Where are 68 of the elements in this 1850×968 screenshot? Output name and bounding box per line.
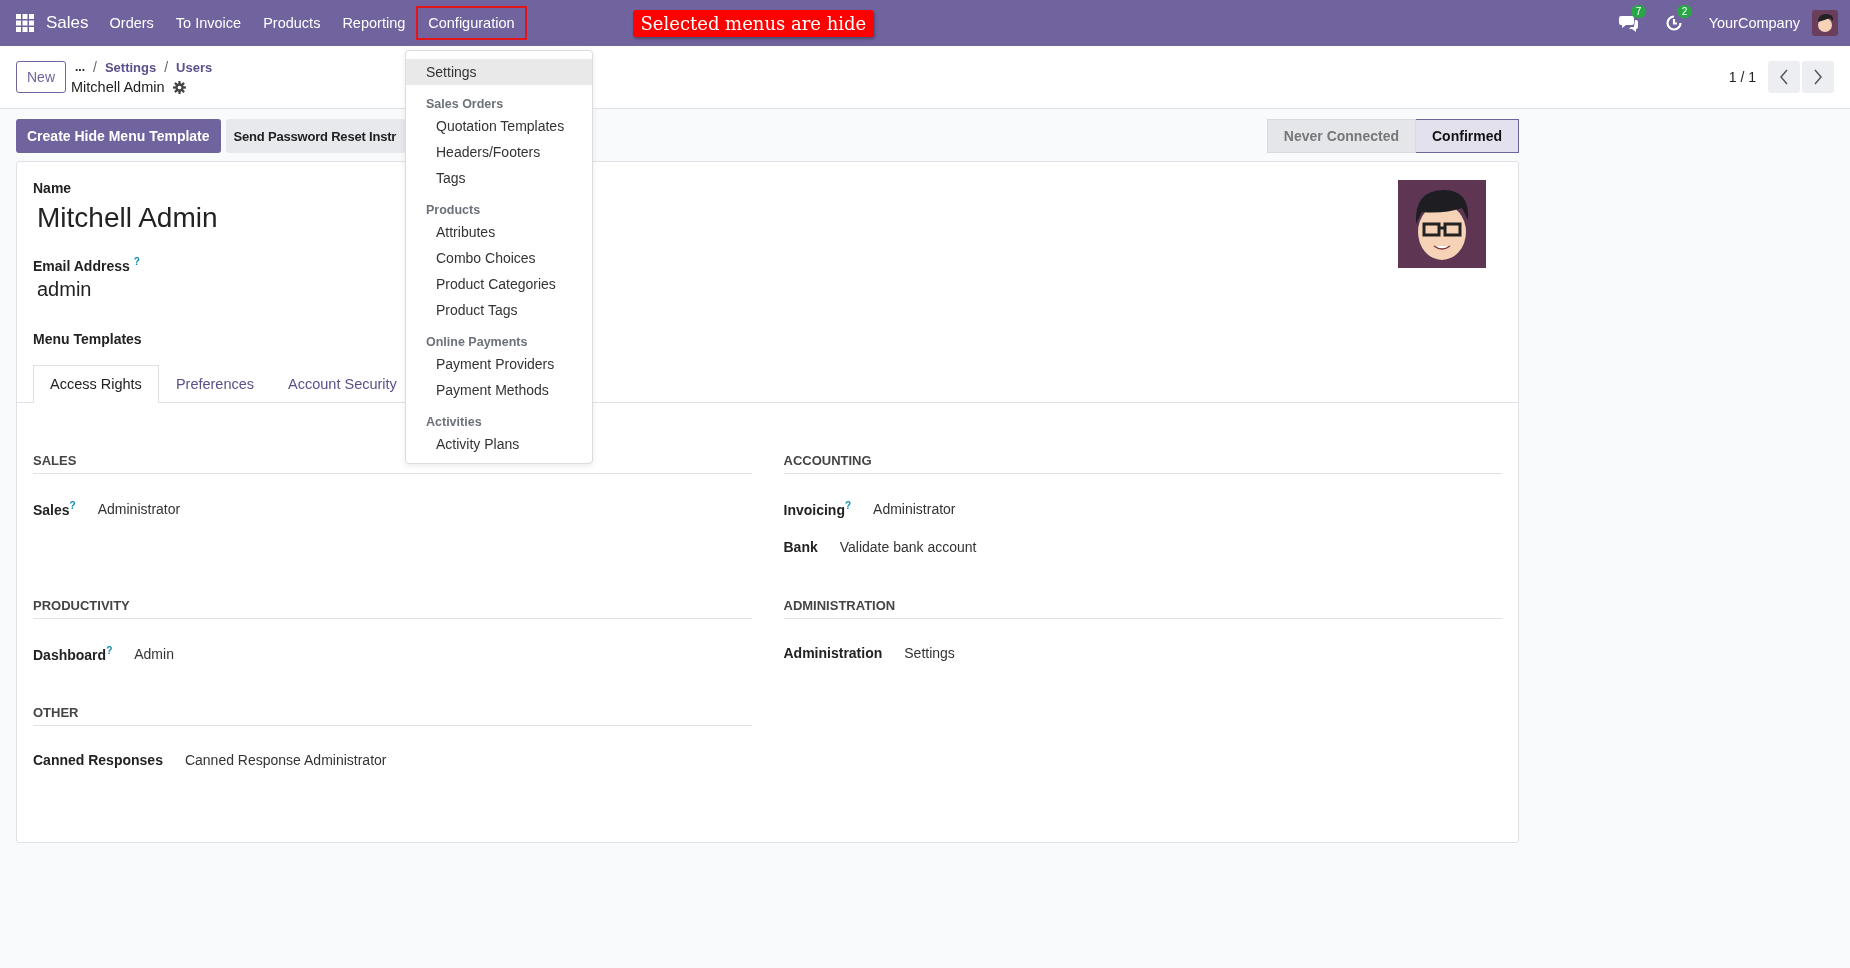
help-tooltip[interactable]: ? xyxy=(133,256,140,267)
field-value[interactable]: Administrator xyxy=(97,501,181,518)
field-label: Invoicing xyxy=(783,501,845,518)
name-field[interactable]: Mitchell Admin xyxy=(37,202,218,234)
nav-menu-item[interactable]: Configuration xyxy=(416,6,527,40)
activity-count-badge: 2 xyxy=(1676,5,1693,18)
breadcrumb-current: Mitchell Admin xyxy=(71,79,165,95)
chevron-left-icon[interactable] xyxy=(1779,69,1789,85)
menu-section-header: Activities xyxy=(425,414,483,431)
field-label: Sales xyxy=(33,501,70,518)
breadcrumb-more[interactable]: ... xyxy=(75,60,86,74)
menu-section-header: Online Payments xyxy=(425,334,529,351)
breadcrumb-separator: / xyxy=(93,59,97,75)
menu-item[interactable]: Product Categories xyxy=(406,271,592,297)
menu-item[interactable]: Product Tags xyxy=(406,297,592,323)
field-label: Email Address xyxy=(33,257,130,274)
field-label: Canned Responses xyxy=(33,751,163,768)
menu-section-header: Sales Orders xyxy=(425,96,505,113)
field-value[interactable]: Canned Response Administrator xyxy=(184,751,387,768)
user-avatar-icon[interactable] xyxy=(1812,10,1838,36)
clock-icon[interactable] xyxy=(1664,14,1683,32)
action-button[interactable]: Create Hide Menu Template xyxy=(16,119,221,153)
help-tooltip[interactable]: ? xyxy=(69,499,76,511)
menu-item[interactable]: Tags xyxy=(406,165,592,191)
tab[interactable]: Access Rights xyxy=(33,364,159,403)
field-label: Name xyxy=(33,180,73,196)
field-label: Dashboard xyxy=(33,646,107,663)
message-count-badge: 7 xyxy=(1630,5,1647,18)
new-button[interactable]: New xyxy=(16,61,66,93)
annotation-label: Selected menus are hide xyxy=(632,9,875,37)
field-value[interactable]: Administrator xyxy=(873,501,956,518)
status-step[interactable]: Confirmed xyxy=(1416,119,1519,153)
breadcrumb-link[interactable]: Settings xyxy=(104,59,157,75)
menu-item[interactable]: Attributes xyxy=(406,219,592,245)
nav-menu-item[interactable]: Orders xyxy=(98,7,165,39)
field-label: Menu Templates xyxy=(33,330,143,347)
field-label: Bank xyxy=(783,539,818,556)
next-button[interactable] xyxy=(1802,61,1834,93)
chat-icon[interactable] xyxy=(1618,14,1639,32)
field-label: Administration xyxy=(783,644,883,661)
breadcrumb-link[interactable]: Users xyxy=(176,59,213,75)
nav-menu-item[interactable]: Products xyxy=(252,7,332,39)
menu-section-header: Products xyxy=(425,202,482,219)
help-tooltip[interactable]: ? xyxy=(106,644,113,656)
help-tooltip[interactable]: ? xyxy=(844,499,852,511)
field-value[interactable]: Admin xyxy=(134,646,174,663)
chevron-right-icon[interactable] xyxy=(1813,69,1823,85)
nav-menu-item[interactable]: To Invoice xyxy=(164,7,253,39)
menu-item[interactable]: Combo Choices xyxy=(406,245,592,271)
breadcrumb-separator: / xyxy=(164,59,169,75)
status-step[interactable]: Never Connected xyxy=(1266,119,1416,153)
field-value[interactable]: Settings xyxy=(904,644,955,661)
avatar-drawing[interactable] xyxy=(1398,180,1486,268)
nav-menu-item[interactable]: Reporting xyxy=(331,7,417,39)
company-name[interactable]: YourCompany xyxy=(1708,15,1800,31)
settings-icon[interactable] xyxy=(172,80,186,94)
app-grid-icon[interactable] xyxy=(16,14,34,32)
section-heading: ACCOUNTING xyxy=(783,452,1502,474)
section-heading: PRODUCTIVITY xyxy=(33,597,752,619)
section-heading: ADMINISTRATION xyxy=(783,597,1502,619)
pager-count: 1 / 1 xyxy=(1728,69,1756,85)
email-field[interactable]: admin xyxy=(37,277,218,301)
tab[interactable]: Preferences xyxy=(158,364,272,403)
section-heading: OTHER xyxy=(33,704,752,726)
field-value[interactable]: Validate bank account xyxy=(839,539,977,556)
previous-button[interactable] xyxy=(1768,61,1800,93)
menu-item[interactable]: Settings xyxy=(406,59,592,85)
app-name[interactable]: Sales xyxy=(46,13,89,33)
